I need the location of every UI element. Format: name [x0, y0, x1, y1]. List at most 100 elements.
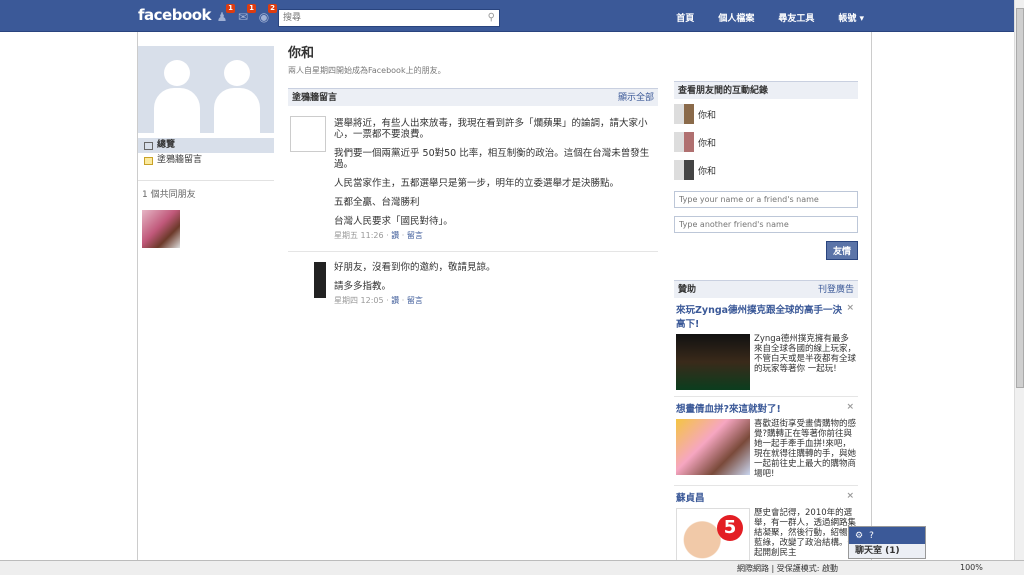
messages-icon[interactable]: ✉ 1: [236, 4, 256, 24]
wall-posts-title: 塗鴉牆留言: [292, 93, 338, 103]
vertical-scrollbar[interactable]: [1014, 0, 1024, 560]
second-friend-name-input[interactable]: [674, 216, 858, 233]
wall-post: 選舉將近，有些人出來放毒，我現在看到許多「爛蘋果」的論調，請大家小心，一票都不要…: [288, 106, 658, 252]
sponsored-title: 贊助: [678, 285, 697, 295]
close-icon[interactable]: ×: [846, 402, 854, 412]
chat-dock[interactable]: ⚙ ? 聊天室 (1): [848, 526, 926, 559]
top-nav-links: 首頁 個人檔案 尋友工具 帳號 ▾: [676, 11, 864, 24]
nav-account-menu[interactable]: 帳號 ▾: [838, 11, 864, 24]
ad-body: 喜歡逛街享受畫倩購物的感覺?購轉正在等著你前往與她一起手牽手血拼!來吧，現在就得…: [676, 419, 856, 479]
menu-item-label: 總覽: [157, 140, 176, 150]
post-meta: 星期五 11:26 · 讚 · 留言: [334, 231, 423, 240]
menu-item-label: 塗鴉牆留言: [157, 155, 203, 165]
post-paragraph: 五都全贏、台灣勝利: [334, 197, 420, 208]
friend-pair-avatar: [674, 104, 694, 124]
friend-requests-icon[interactable]: ♟ 1: [215, 4, 235, 24]
menu-item-overview[interactable]: 總覽: [138, 138, 274, 153]
post-paragraph: 我們要一個兩黨近乎 50對50 比率，相互制衡的政治。這個在台灣未曾發生過。: [334, 148, 650, 170]
ad-item[interactable]: 想畫倩血拼?來這就對了! × 喜歡逛街享受畫倩購物的感覺?購轉正在等著你前往與她…: [674, 397, 858, 486]
post-paragraph: 請多多指教。: [334, 281, 392, 292]
post-timestamp[interactable]: 星期五 11:26: [334, 231, 384, 240]
ad-text: Zynga德州撲克擁有最多來自全球各國的線上玩家，不管白天或是半夜都有全球的玩家…: [754, 334, 857, 374]
show-all-link[interactable]: 顯示全部: [618, 89, 654, 106]
close-icon[interactable]: ×: [846, 303, 854, 313]
ad-title[interactable]: 想畫倩血拼?來這就對了!: [676, 401, 856, 415]
scrollbar-thumb[interactable]: [1016, 8, 1024, 388]
messages-badge: 1: [247, 4, 256, 13]
see-friendship-button[interactable]: 友情: [825, 241, 858, 260]
post-author-avatar[interactable]: [314, 262, 326, 298]
like-link[interactable]: 讚: [391, 296, 399, 305]
mutual-friend-photo[interactable]: [142, 210, 180, 248]
interaction-row[interactable]: 你和: [674, 129, 858, 155]
ad-title[interactable]: 來玩Zynga德州撲克跟全球的高手一決高下!: [676, 302, 856, 330]
interaction-row[interactable]: 你和: [674, 157, 858, 183]
ad-body: 5 歷史會記得，2010年的選舉，有一群人，透過網路集結凝聚，然後行動，紹暢了藍…: [676, 508, 856, 566]
ad-image[interactable]: [676, 419, 750, 475]
ad-title[interactable]: 蘇貞昌: [676, 490, 856, 504]
left-column: 總覽 塗鴉牆留言 1 個共同朋友: [138, 46, 274, 248]
interaction-label: 你和: [698, 166, 717, 177]
top-navigation-bar: facebook ♟1 ✉1 ◉2 ⚲ 首頁 個人檔案 尋友工具 帳號 ▾: [0, 0, 1024, 32]
ad-body: Zynga德州撲克擁有最多來自全球各國的線上玩家，不管白天或是半夜都有全球的玩家…: [676, 334, 856, 390]
wall-posts-icon: [144, 156, 153, 165]
candidate-number-badge: 5: [717, 515, 743, 541]
nav-home-link[interactable]: 首頁: [676, 11, 694, 24]
silhouette-head-left: [164, 60, 190, 86]
friendship-profile-picture[interactable]: [138, 46, 274, 133]
comment-link[interactable]: 留言: [407, 296, 423, 305]
left-menu: 總覽 塗鴉牆留言: [138, 138, 274, 168]
search-box: ⚲: [278, 9, 500, 27]
page-title: 你和: [288, 46, 315, 61]
friend-pair-avatar: [674, 132, 694, 152]
search-icon[interactable]: ⚲: [488, 12, 495, 23]
search-input[interactable]: [279, 10, 479, 26]
menu-item-wall-posts[interactable]: 塗鴉牆留言: [138, 153, 274, 168]
create-ad-link[interactable]: 刊登廣告: [818, 281, 854, 298]
close-icon[interactable]: ×: [846, 491, 854, 501]
ad-image[interactable]: 5: [676, 508, 750, 566]
friendship-since-text: 兩人自星期四開始成為Facebook上的朋友。: [288, 66, 446, 75]
zoom-level[interactable]: 100%: [960, 563, 983, 572]
ad-image[interactable]: [676, 334, 750, 390]
friend-pair-avatar: [674, 160, 694, 180]
page-content: 總覽 塗鴉牆留言 1 個共同朋友 你和 兩人自星期四開始成為Facebook上的…: [137, 32, 872, 575]
interaction-label: 你和: [698, 110, 717, 121]
sponsored-header: 贊助 刊登廣告: [674, 280, 858, 298]
post-timestamp[interactable]: 星期四 12:05: [334, 296, 384, 305]
right-column: 查看朋友間的互動紀錄 你和 你和 你和 友情 贊助 刊登廣告 來玩Zynga德州…: [674, 81, 858, 572]
like-link[interactable]: 讚: [391, 231, 399, 240]
notifications-globe-icon[interactable]: ◉ 2: [257, 4, 277, 24]
friend-requests-badge: 1: [226, 4, 235, 13]
ad-text: 喜歡逛街享受畫倩購物的感覺?購轉正在等著你前往與她一起手牽手血拼!來吧，現在就得…: [754, 419, 857, 479]
post-paragraph: 好朋友，沒看到你的邀約，敬請見諒。: [334, 262, 496, 273]
ad-item[interactable]: 來玩Zynga德州撲克跟全球的高手一決高下! × Zynga德州撲克擁有最多來自…: [674, 298, 858, 397]
first-friend-name-input[interactable]: [674, 191, 858, 208]
chat-label[interactable]: 聊天室 (1): [849, 544, 925, 558]
silhouette-head-right: [224, 60, 250, 86]
mutual-friends-label[interactable]: 1 個共同朋友: [138, 180, 274, 200]
ad-text: 歷史會記得，2010年的選舉，有一群人，透過網路集結凝聚，然後行動，紹暢了藍綠，…: [754, 508, 857, 558]
comment-link[interactable]: 留言: [407, 231, 423, 240]
silhouette-body-right: [214, 88, 260, 133]
chat-toolbar: ⚙ ?: [849, 527, 925, 544]
post-paragraph: 台灣人民要求「國民對待」。: [334, 216, 453, 227]
interaction-label: 你和: [698, 138, 717, 149]
post-paragraph: 選舉將近，有些人出來放毒，我現在看到許多「爛蘋果」的論調，請大家小心，一票都不要…: [334, 118, 648, 140]
interactions-title: 查看朋友間的互動紀錄: [678, 86, 769, 96]
silhouette-body-left: [154, 88, 200, 133]
interaction-row[interactable]: 你和: [674, 101, 858, 127]
notifications-badge: 2: [268, 4, 277, 13]
interactions-header: 查看朋友間的互動紀錄: [674, 81, 858, 99]
chat-settings-icon[interactable]: ⚙: [855, 531, 863, 541]
wall-post: 好朋友，沒看到你的邀約，敬請見諒。 請多多指教。 星期四 12:05 · 讚 ·…: [288, 252, 658, 316]
facebook-logo[interactable]: facebook: [138, 6, 212, 24]
nav-find-friends-link[interactable]: 尋友工具: [778, 11, 814, 24]
browser-status-bar: 網際網路 | 受保護模式: 啟動 100%: [0, 560, 1024, 575]
overview-icon: [144, 141, 153, 150]
main-column: 你和 兩人自星期四開始成為Facebook上的朋友。 塗鴉牆留言 顯示全部 選舉…: [288, 42, 658, 316]
nav-profile-link[interactable]: 個人檔案: [718, 11, 754, 24]
security-zone-text: 網際網路 | 受保護模式: 啟動: [737, 564, 839, 573]
help-icon[interactable]: ?: [869, 531, 874, 541]
post-author-avatar[interactable]: [290, 116, 326, 152]
